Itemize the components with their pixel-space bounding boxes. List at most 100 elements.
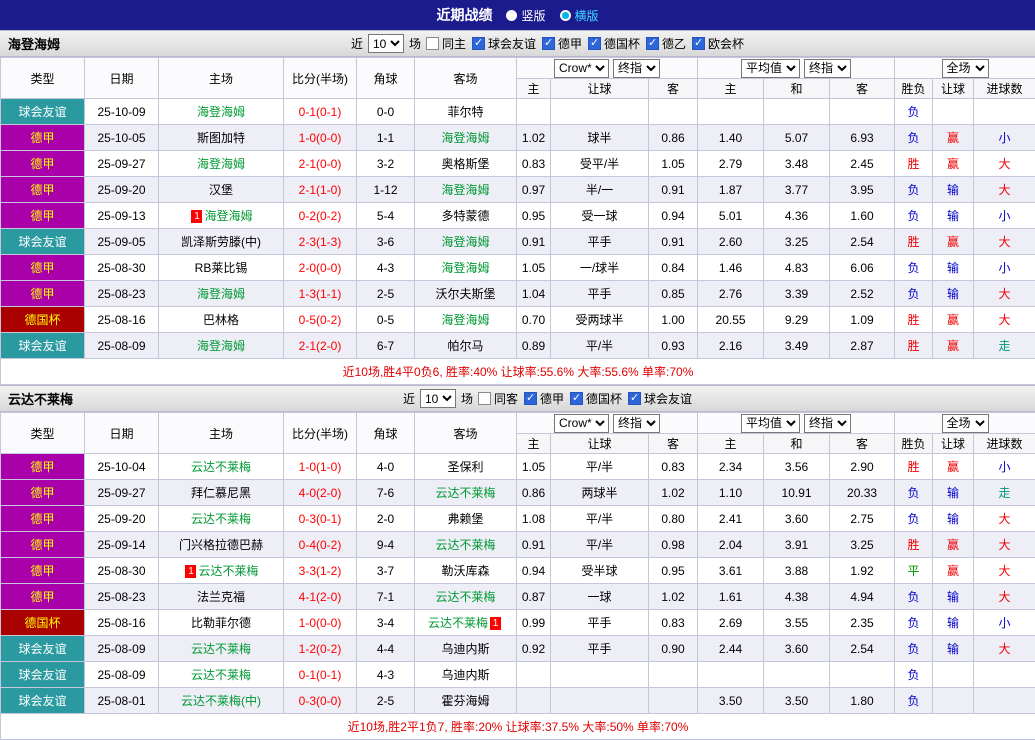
scope-select[interactable]: 全场 xyxy=(942,59,989,78)
team-link[interactable]: 凯泽斯劳滕(中) xyxy=(181,235,261,249)
score-cell[interactable]: 4-0(2-0) xyxy=(284,480,357,506)
team-link[interactable]: 海登海姆 xyxy=(441,131,489,145)
score-cell[interactable]: 2-1(1-0) xyxy=(284,177,357,203)
team-link[interactable]: 云达不莱梅 xyxy=(435,486,495,500)
score-cell[interactable]: 0-4(0-2) xyxy=(284,532,357,558)
team-link[interactable]: 多特蒙德 xyxy=(441,209,489,223)
score-cell[interactable]: 0-1(0-1) xyxy=(284,99,357,125)
team-link[interactable]: 弗赖堡 xyxy=(447,512,483,526)
team-link[interactable]: 乌迪内斯 xyxy=(441,668,489,682)
score-cell[interactable]: 0-1(0-1) xyxy=(284,662,357,688)
home-team-cell[interactable]: 云达不莱梅 xyxy=(159,662,284,688)
team-link[interactable]: 海登海姆 xyxy=(197,157,245,171)
scope-select[interactable]: 全场 xyxy=(942,414,989,433)
team-link[interactable]: 海登海姆 xyxy=(197,287,245,301)
odds-source-select[interactable]: Crow* xyxy=(554,414,609,433)
team-link[interactable]: 帕尔马 xyxy=(447,339,483,353)
score-cell[interactable]: 1-2(0-2) xyxy=(284,636,357,662)
score-cell[interactable]: 3-3(1-2) xyxy=(284,558,357,584)
filter-checkbox-item[interactable]: 球会友谊 xyxy=(472,35,536,52)
layout-vertical-option[interactable]: 竖版 xyxy=(506,7,545,24)
home-team-cell[interactable]: 斯图加特 xyxy=(159,125,284,151)
home-team-cell[interactable]: 海登海姆 xyxy=(159,151,284,177)
filter-checkbox-item[interactable]: 同主 xyxy=(426,35,466,52)
score-cell[interactable]: 1-0(0-0) xyxy=(284,610,357,636)
score-cell[interactable]: 0-3(0-0) xyxy=(284,688,357,714)
away-team-cell[interactable]: 海登海姆 xyxy=(415,255,517,281)
team-link[interactable]: 海登海姆 xyxy=(197,105,245,119)
score-cell[interactable]: 0-2(0-2) xyxy=(284,203,357,229)
home-team-cell[interactable]: 法兰克福 xyxy=(159,584,284,610)
score-cell[interactable]: 4-1(2-0) xyxy=(284,584,357,610)
score-cell[interactable]: 2-1(0-0) xyxy=(284,151,357,177)
avg-source-select[interactable]: 平均值 xyxy=(741,414,800,433)
team-link[interactable]: 海登海姆 xyxy=(441,235,489,249)
checkbox-checked-icon[interactable] xyxy=(646,37,659,50)
team-link[interactable]: 海登海姆 xyxy=(197,339,245,353)
home-team-cell[interactable]: 海登海姆 xyxy=(159,99,284,125)
team-link[interactable]: 勒沃库森 xyxy=(441,564,489,578)
score-cell[interactable]: 2-3(1-3) xyxy=(284,229,357,255)
team-link[interactable]: 汉堡 xyxy=(209,183,233,197)
checkbox-checked-icon[interactable] xyxy=(628,392,641,405)
away-team-cell[interactable]: 海登海姆 xyxy=(415,177,517,203)
away-team-cell[interactable]: 云达不莱梅 xyxy=(415,584,517,610)
away-team-cell[interactable]: 多特蒙德 xyxy=(415,203,517,229)
team-link[interactable]: 海登海姆 xyxy=(204,209,252,223)
checkbox-checked-icon[interactable] xyxy=(588,37,601,50)
recent-count-select[interactable]: 10 xyxy=(420,389,456,408)
team-link[interactable]: 巴林格 xyxy=(203,313,239,327)
team-link[interactable]: 比勒菲尔德 xyxy=(191,616,251,630)
team-link[interactable]: 法兰克福 xyxy=(197,590,245,604)
checkbox-unchecked-icon[interactable] xyxy=(426,37,439,50)
home-team-cell[interactable]: 门兴格拉德巴赫 xyxy=(159,532,284,558)
home-team-cell[interactable]: 海登海姆 xyxy=(159,333,284,359)
team-link[interactable]: 云达不莱梅(中) xyxy=(181,694,261,708)
away-team-cell[interactable]: 海登海姆 xyxy=(415,125,517,151)
score-cell[interactable]: 0-3(0-1) xyxy=(284,506,357,532)
home-team-cell[interactable]: 云达不莱梅 xyxy=(159,636,284,662)
team-link[interactable]: 拜仁慕尼黑 xyxy=(191,486,251,500)
team-link[interactable]: 云达不莱梅 xyxy=(198,564,258,578)
away-team-cell[interactable]: 海登海姆 xyxy=(415,307,517,333)
filter-checkbox-item[interactable]: 德国杯 xyxy=(570,390,622,407)
home-team-cell[interactable]: 云达不莱梅 xyxy=(159,454,284,480)
team-link[interactable]: 云达不莱梅 xyxy=(435,590,495,604)
filter-checkbox-item[interactable]: 欧会杯 xyxy=(692,35,744,52)
avg-time-select[interactable]: 终指 xyxy=(804,59,851,78)
team-link[interactable]: 云达不莱梅 xyxy=(428,616,488,630)
score-cell[interactable]: 2-1(2-0) xyxy=(284,333,357,359)
away-team-cell[interactable]: 菲尔特 xyxy=(415,99,517,125)
odds-time-select[interactable]: 终指 xyxy=(613,414,660,433)
team-link[interactable]: 门兴格拉德巴赫 xyxy=(179,538,263,552)
avg-source-select[interactable]: 平均值 xyxy=(741,59,800,78)
checkbox-checked-icon[interactable] xyxy=(472,37,485,50)
away-team-cell[interactable]: 奥格斯堡 xyxy=(415,151,517,177)
home-team-cell[interactable]: 1云达不莱梅 xyxy=(159,558,284,584)
team-link[interactable]: 海登海姆 xyxy=(441,261,489,275)
team-link[interactable]: 斯图加特 xyxy=(197,131,245,145)
home-team-cell[interactable]: 巴林格 xyxy=(159,307,284,333)
home-team-cell[interactable]: 云达不莱梅 xyxy=(159,506,284,532)
team-link[interactable]: 云达不莱梅 xyxy=(435,538,495,552)
home-team-cell[interactable]: 汉堡 xyxy=(159,177,284,203)
team-link[interactable]: 菲尔特 xyxy=(447,105,483,119)
layout-horizontal-option[interactable]: 横版 xyxy=(560,7,599,24)
team-link[interactable]: 霍芬海姆 xyxy=(441,694,489,708)
team-link[interactable]: 海登海姆 xyxy=(441,313,489,327)
away-team-cell[interactable]: 云达不莱梅 xyxy=(415,480,517,506)
away-team-cell[interactable]: 圣保利 xyxy=(415,454,517,480)
home-team-cell[interactable]: 凯泽斯劳滕(中) xyxy=(159,229,284,255)
score-cell[interactable]: 1-3(1-1) xyxy=(284,281,357,307)
team-link[interactable]: 云达不莱梅 xyxy=(191,642,251,656)
filter-checkbox-item[interactable]: 德甲 xyxy=(524,390,564,407)
score-cell[interactable]: 0-5(0-2) xyxy=(284,307,357,333)
filter-checkbox-item[interactable]: 同客 xyxy=(478,390,518,407)
filter-checkbox-item[interactable]: 德乙 xyxy=(646,35,686,52)
filter-checkbox-item[interactable]: 德国杯 xyxy=(588,35,640,52)
team-link[interactable]: 云达不莱梅 xyxy=(191,668,251,682)
home-team-cell[interactable]: 1海登海姆 xyxy=(159,203,284,229)
away-team-cell[interactable]: 勒沃库森 xyxy=(415,558,517,584)
away-team-cell[interactable]: 云达不莱梅 xyxy=(415,532,517,558)
radio-unselected-icon[interactable] xyxy=(506,10,517,21)
